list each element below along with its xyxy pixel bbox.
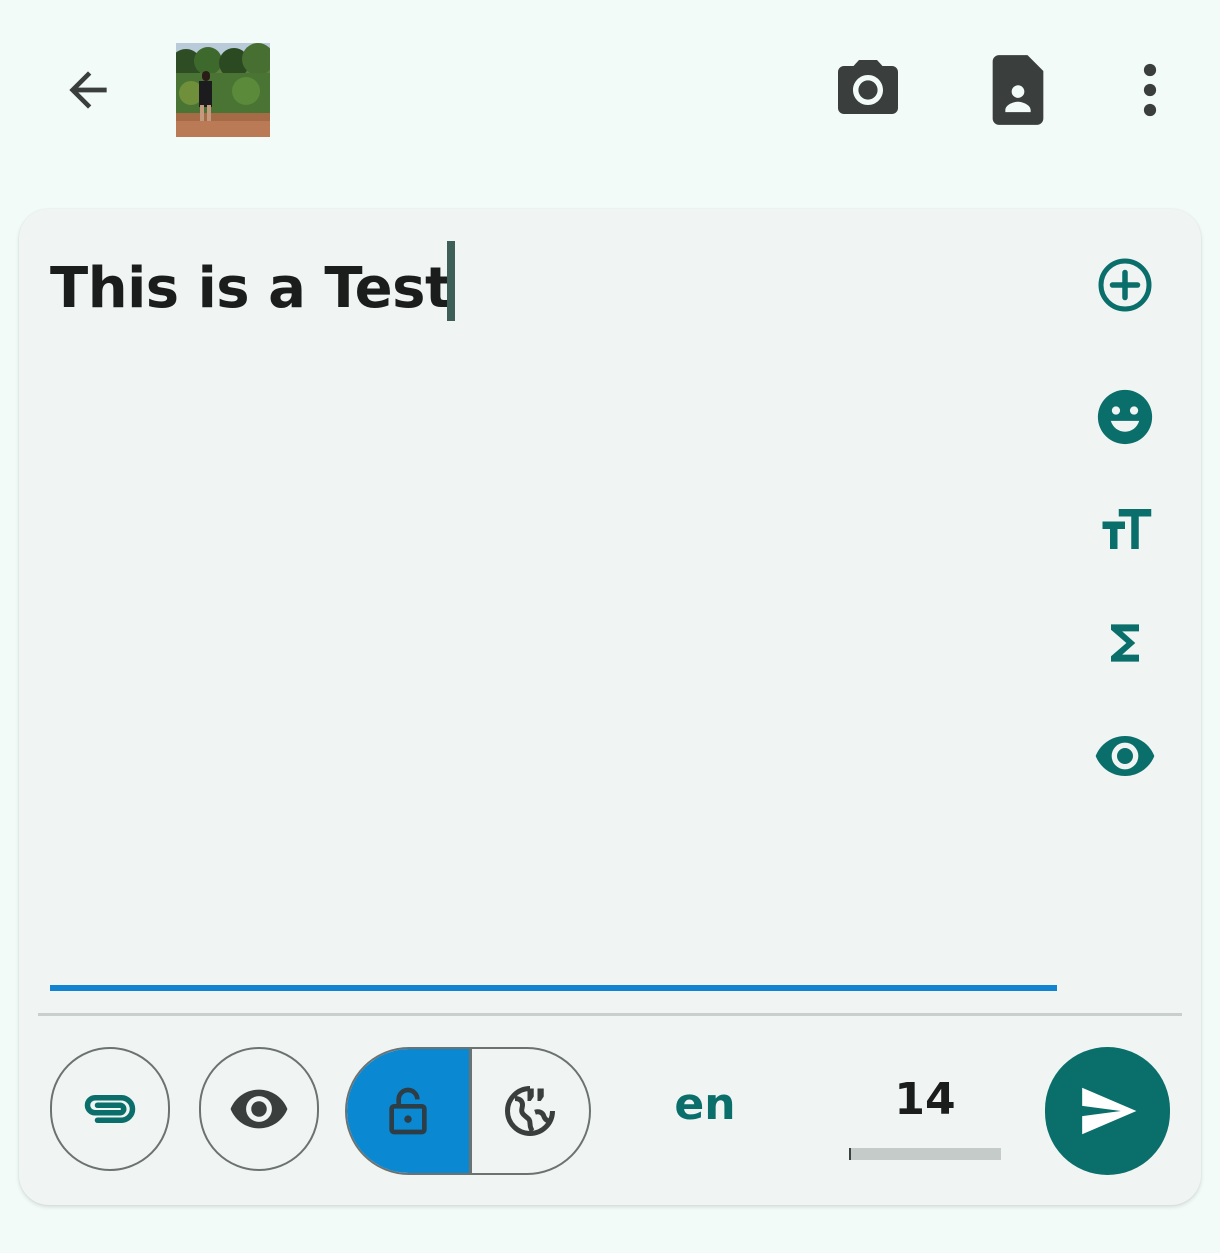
message-editor[interactable]: This is a Test	[50, 241, 1060, 986]
emoji-button[interactable]	[1089, 381, 1161, 453]
visibility-button[interactable]	[199, 1047, 319, 1171]
eye-icon	[230, 1089, 288, 1129]
character-count-progress-fill	[849, 1148, 851, 1160]
text-size-icon	[1102, 509, 1152, 549]
more-options-button[interactable]	[1118, 52, 1182, 128]
send-button[interactable]	[1045, 1047, 1170, 1175]
text-size-button[interactable]	[1089, 493, 1161, 565]
emoji-icon	[1097, 389, 1153, 445]
attach-button[interactable]	[50, 1047, 170, 1171]
arrow-back-icon	[69, 71, 107, 109]
unlisted-option[interactable]	[347, 1049, 469, 1173]
language-selector[interactable]: en	[659, 1079, 751, 1130]
compose-divider	[38, 1013, 1182, 1016]
add-circle-icon	[1098, 258, 1152, 312]
more-vertical-icon	[1143, 63, 1157, 117]
camera-icon	[838, 60, 898, 114]
editor-focus-underline	[50, 985, 1057, 991]
contact-card-icon	[992, 55, 1044, 125]
paperclip-icon	[84, 1095, 136, 1123]
back-button[interactable]	[56, 58, 120, 122]
add-button[interactable]	[1089, 249, 1161, 321]
preview-button[interactable]	[1089, 720, 1161, 792]
lock-open-icon	[389, 1087, 427, 1135]
top-app-bar	[0, 0, 1220, 180]
character-count: 14	[894, 1074, 956, 1125]
message-text: This is a Test	[50, 256, 452, 321]
contact-button[interactable]	[980, 52, 1056, 128]
public-option[interactable]	[472, 1049, 590, 1173]
photo-thumbnail-image	[176, 43, 270, 137]
math-button[interactable]	[1089, 607, 1161, 679]
text-caret	[447, 241, 456, 321]
compose-card: This is a Test en 14	[19, 209, 1201, 1205]
send-icon	[1081, 1087, 1136, 1135]
public-globe-icon	[505, 1086, 556, 1136]
attached-photo-thumbnail[interactable]	[176, 43, 270, 137]
character-count-progress	[849, 1148, 1001, 1160]
sigma-icon	[1111, 624, 1139, 662]
camera-button[interactable]	[830, 52, 906, 128]
preview-eye-icon	[1095, 736, 1155, 776]
privacy-toggle	[345, 1047, 591, 1175]
